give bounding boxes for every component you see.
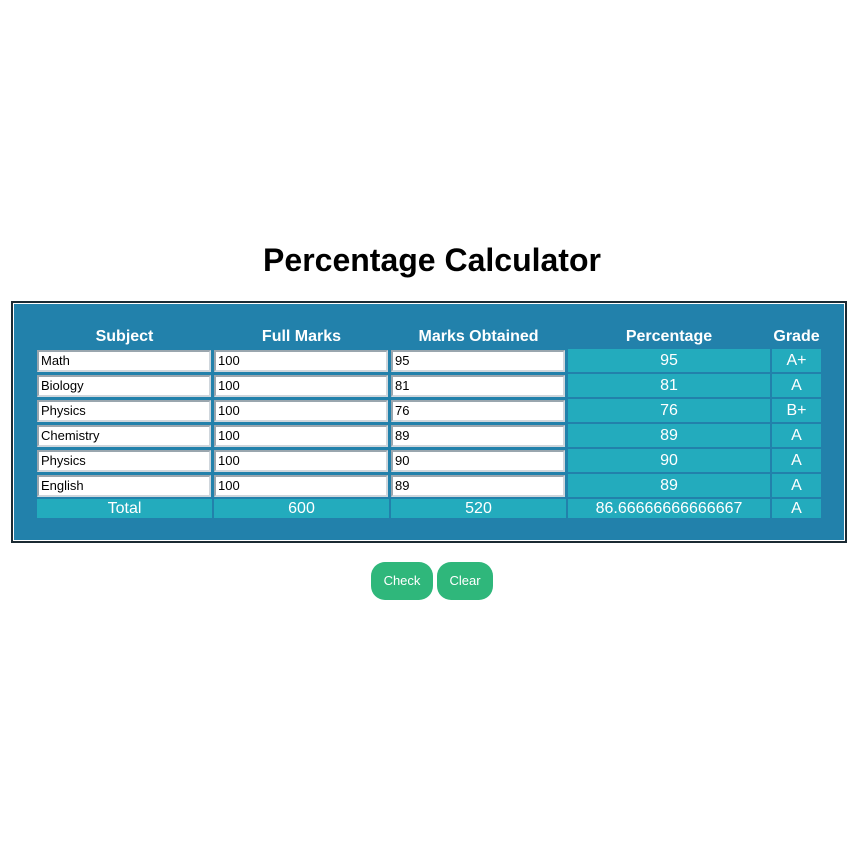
- table-row: 81 A: [37, 374, 821, 397]
- table-header-row: Subject Full Marks Marks Obtained Percen…: [37, 327, 821, 347]
- header-subject: Subject: [95, 328, 154, 345]
- header-marks-obtained: Marks Obtained: [418, 328, 539, 345]
- check-button[interactable]: Check: [371, 562, 433, 600]
- total-percentage: 86.66666666666667: [568, 499, 770, 518]
- percentage-cell: 81: [568, 374, 770, 397]
- total-grade: A: [772, 499, 821, 518]
- table-row: 89 A: [37, 424, 821, 447]
- calculator-panel: Subject Full Marks Marks Obtained Percen…: [11, 301, 847, 543]
- subject-input[interactable]: [37, 349, 211, 372]
- full-marks-input[interactable]: [214, 474, 388, 497]
- table-row: 76 B+: [37, 399, 821, 422]
- subject-input[interactable]: [37, 449, 211, 472]
- table-row: 95 A+: [37, 349, 821, 372]
- header-grade: Grade: [773, 328, 820, 345]
- percentage-cell: 89: [568, 474, 770, 497]
- subject-input[interactable]: [37, 424, 211, 447]
- marks-obtained-input[interactable]: [391, 474, 565, 497]
- percentage-cell: 89: [568, 424, 770, 447]
- page-title: Percentage Calculator: [263, 242, 601, 278]
- grade-cell: A: [772, 424, 821, 447]
- grade-cell: A: [772, 374, 821, 397]
- full-marks-input[interactable]: [214, 424, 388, 447]
- full-marks-input[interactable]: [214, 399, 388, 422]
- action-buttons: Check Clear: [0, 562, 864, 600]
- subject-input[interactable]: [37, 474, 211, 497]
- marks-obtained-input[interactable]: [391, 424, 565, 447]
- table-row: 89 A: [37, 474, 821, 497]
- percentage-cell: 90: [568, 449, 770, 472]
- table-row: 90 A: [37, 449, 821, 472]
- subject-input[interactable]: [37, 399, 211, 422]
- full-marks-input[interactable]: [214, 374, 388, 397]
- marks-obtained-input[interactable]: [391, 399, 565, 422]
- total-marks-obtained: 520: [391, 499, 566, 518]
- full-marks-input[interactable]: [214, 449, 388, 472]
- page: Percentage Calculator Subject Full Marks…: [0, 0, 864, 864]
- total-full-marks: 600: [214, 499, 389, 518]
- percentage-cell: 76: [568, 399, 770, 422]
- marks-obtained-input[interactable]: [391, 349, 565, 372]
- marks-obtained-input[interactable]: [391, 374, 565, 397]
- full-marks-input[interactable]: [214, 349, 388, 372]
- subject-input[interactable]: [37, 374, 211, 397]
- header-percentage: Percentage: [625, 328, 713, 345]
- marks-obtained-input[interactable]: [391, 449, 565, 472]
- percentage-cell: 95: [568, 349, 770, 372]
- marks-table: Subject Full Marks Marks Obtained Percen…: [35, 325, 823, 520]
- grade-cell: B+: [772, 399, 821, 422]
- grade-cell: A: [772, 474, 821, 497]
- clear-button[interactable]: Clear: [437, 562, 493, 600]
- total-row: Total 600 520 86.66666666666667 A: [37, 499, 821, 518]
- grade-cell: A: [772, 449, 821, 472]
- grade-cell: A+: [772, 349, 821, 372]
- header-full-marks: Full Marks: [261, 328, 342, 345]
- total-label: Total: [37, 499, 212, 518]
